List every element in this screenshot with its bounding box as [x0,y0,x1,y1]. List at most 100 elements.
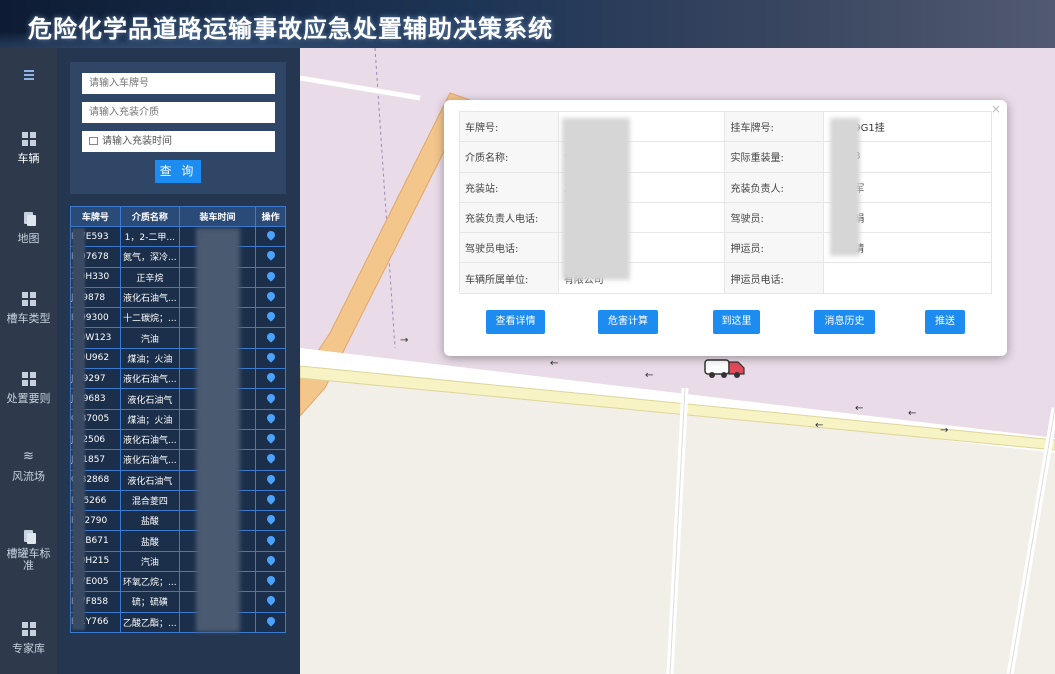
table-row[interactable]: J.B9683 液化石油气 [70,388,286,410]
table-row[interactable]: 3.0H330 正辛烷 [70,266,286,288]
locate-pin-icon[interactable] [255,388,286,410]
info-row: 介质名称:邻二甲苯实际重装量:3 [459,141,992,173]
search-form: 请输入充装时间 查 询 [70,62,286,194]
info-label: 车牌号: [459,110,559,143]
vehicle-table: 车牌号 介质名称 装车时间 操作 B.7E593 1，2-二甲... B.97678… [70,206,286,633]
locate-pin-icon[interactable] [255,225,286,248]
time-input[interactable]: 请输入充装时间 [82,131,275,152]
info-row: 充装站:发展公司充装负责人:军 [459,171,992,203]
locate-pin-icon[interactable] [255,510,286,532]
locate-pin-icon[interactable] [255,530,286,552]
push-button[interactable]: 推送 [925,310,965,334]
svg-text:←: ← [908,408,916,419]
query-button[interactable]: 查 询 [155,160,201,183]
col-header-load-time: 装车时间 [178,206,257,227]
document-icon [22,212,36,226]
sidebar-item-label: 风流场 [12,470,45,483]
info-label: 实际重装量: [724,141,825,173]
sidebar-item-disposal-rules[interactable]: 处置要则 [0,372,57,406]
table-row[interactable]: J.22506 液化石油气... [70,428,286,451]
info-label: 介质名称: [459,141,559,173]
menu-toggle-icon[interactable] [0,70,57,80]
app-header: 危险化学品道路运输事故应急处置辅助决策系统 [0,0,1055,48]
svg-text:→: → [400,335,408,346]
cell-medium: 液化石油气... [119,286,180,309]
info-label: 充装站: [459,171,559,203]
table-row[interactable]: B.1Y766 乙酸乙酯；... [70,611,286,633]
locate-pin-icon[interactable] [255,246,286,268]
table-row[interactable]: B.99300 十二碳烷；... [70,307,286,329]
table-row[interactable]: 3.0W123 汽油 [70,327,286,349]
info-label: 押运员电话: [724,262,825,294]
table-row[interactable]: C.B7005 煤油；火油 [70,408,286,430]
view-details-button[interactable]: 查看详情 [486,310,545,334]
sidebar-item-label: 槽罐车标准 [6,547,51,572]
table-row[interactable]: D.J5266 混合菱四 [70,489,286,512]
info-label: 驾驶员电话: [459,232,559,264]
locate-pin-icon[interactable] [255,591,286,613]
sidebar-item-label: 槽车类型 [6,312,51,325]
plate-input[interactable] [82,73,275,94]
locate-pin-icon[interactable] [255,347,286,370]
locate-pin-icon[interactable] [255,286,286,309]
locate-pin-icon[interactable] [255,611,286,633]
message-history-button[interactable]: 消息历史 [814,310,875,334]
cell-medium: 汽油 [119,550,180,573]
close-icon[interactable]: × [991,102,1001,116]
svg-text:←: ← [645,370,653,381]
table-row[interactable]: F.H2790 盐酸 [70,510,286,532]
sidebar-item-label: 处置要则 [6,392,51,405]
table-row[interactable]: B.7F858 硫；硫磺 [70,591,286,613]
locate-pin-icon[interactable] [255,550,286,573]
truck-marker-icon[interactable] [704,356,748,380]
info-value [823,262,992,294]
locate-pin-icon[interactable] [255,408,286,430]
info-row: 车辆所属单位: 有限公司 押运员电话: [459,262,992,294]
table-row[interactable]: J.A9297 液化石油气... [70,368,286,390]
table-row[interactable]: B.7E005 环氧乙烷；... [70,571,286,593]
cell-medium: 盐酸 [119,530,180,552]
locate-pin-icon[interactable] [255,469,286,491]
redacted-plates [72,228,85,630]
locate-pin-icon[interactable] [255,489,286,512]
redacted-times [196,228,240,632]
cell-medium: 煤油；火油 [119,347,180,370]
table-row[interactable]: B.7E593 1，2-二甲... [70,225,286,248]
table-row[interactable]: J.91857 液化石油气... [70,449,286,471]
locate-pin-icon[interactable] [255,266,286,288]
hazard-calc-button[interactable]: 危害计算 [598,310,658,334]
table-row[interactable]: 3.0H215 汽油 [70,550,286,573]
sidebar-item-experts[interactable]: 专家库 [0,622,57,656]
vehicle-info-table: 车牌号:挂车牌号:9G1挂介质名称:邻二甲苯实际重装量:3充装站:发展公司充装负… [459,110,992,294]
navigate-here-button[interactable]: 到这里 [713,310,760,334]
locate-pin-icon[interactable] [255,571,286,593]
sidebar: 车辆 地图 槽车类型 处置要则 ≋ 风流场 槽罐车标准 专家库 [0,48,57,674]
col-header-medium: 介质名称 [119,206,180,227]
medium-input[interactable] [82,102,275,123]
sidebar-item-map[interactable]: 地图 [0,212,57,246]
grid-icon [21,292,36,306]
table-row[interactable]: 3.0U962 煤油；火油 [70,347,286,370]
info-row: 充装负责人电话:驾驶员:娟 [459,201,992,234]
info-label: 押运员: [724,232,825,264]
locate-pin-icon[interactable] [255,307,286,329]
svg-text:←: ← [855,403,863,414]
time-placeholder: 请输入充装时间 [102,136,172,147]
table-header: 车牌号 介质名称 装车时间 操作 [70,206,286,227]
cell-medium: 汽油 [119,327,180,349]
table-row[interactable]: B.97678 氮气，深冷... [70,246,286,268]
sidebar-item-vehicles[interactable]: 车辆 [0,132,57,166]
cell-medium: 氮气，深冷... [119,246,180,268]
table-row[interactable]: C.B2868 液化石油气 [70,469,286,491]
sidebar-item-wind-field[interactable]: ≋ 风流场 [0,450,57,484]
locate-pin-icon[interactable] [255,368,286,390]
wind-icon: ≋ [23,449,34,464]
sidebar-item-tank-standards[interactable]: 槽罐车标准 [0,530,57,572]
locate-pin-icon[interactable] [255,428,286,451]
sidebar-item-tanker-types[interactable]: 槽车类型 [0,292,57,326]
table-row[interactable]: 3.1B671 盐酸 [70,530,286,552]
vehicle-info-popup: × 车牌号:挂车牌号:9G1挂介质名称:邻二甲苯实际重装量:3充装站:发展公司充… [444,100,1007,356]
locate-pin-icon[interactable] [255,449,286,471]
table-row[interactable]: J.99878 液化石油气... [70,286,286,309]
locate-pin-icon[interactable] [255,327,286,349]
